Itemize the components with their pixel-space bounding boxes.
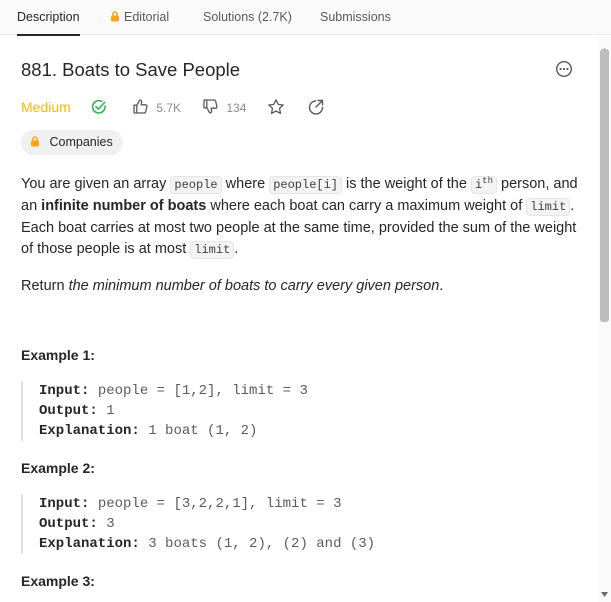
output-value: 3 — [106, 516, 115, 532]
text-span: You are given an array — [21, 176, 171, 192]
share-icon — [307, 99, 325, 120]
output-label: Output: — [39, 403, 98, 419]
example-explanation-line: Explanation: 3 boats (1, 2), (2) and (3) — [39, 534, 581, 554]
inline-code: people — [170, 176, 222, 194]
inline-code: limit — [190, 241, 235, 259]
statement-paragraph: Return the minimum number of boats to ca… — [21, 276, 581, 297]
example-output-line: Output: 1 — [39, 401, 581, 421]
tab-solutions-label: Solutions (2.7K) — [203, 10, 292, 24]
text-span: where — [221, 176, 270, 192]
tab-editorial-label: Editorial — [124, 10, 170, 24]
example-input-line: Input: people = [3,2,2,1], limit = 3 — [39, 494, 581, 514]
input-label: Input: — [39, 383, 90, 399]
explanation-label: Explanation: — [39, 536, 140, 552]
difficulty-badge: Medium — [21, 99, 71, 115]
lock-icon — [110, 1, 120, 35]
inline-code: limit — [526, 198, 571, 216]
like-button[interactable]: 5.7K — [132, 98, 181, 117]
inline-code: ith — [470, 176, 497, 194]
example-title: Example 2: — [21, 460, 95, 476]
inline-code: people[i] — [269, 176, 342, 194]
explanation-label: Explanation: — [39, 423, 140, 439]
tab-description[interactable]: Description — [17, 0, 80, 36]
example-input-line: Input: people = [1,2], limit = 3 — [39, 381, 581, 401]
code-superscript: th — [482, 176, 493, 186]
tab-solutions[interactable]: Solutions (2.7K) — [203, 0, 292, 35]
example-title: Example 3: — [21, 573, 95, 589]
star-icon — [267, 99, 285, 120]
text-span: is the weight of the — [342, 176, 471, 192]
bold-text: infinite number of boats — [41, 198, 207, 214]
dislike-button[interactable]: 134 — [202, 98, 246, 117]
favorite-button[interactable] — [267, 98, 285, 121]
more-options-button[interactable] — [555, 60, 573, 78]
explanation-value: 1 boat (1, 2) — [148, 423, 258, 439]
output-value: 1 — [106, 403, 115, 419]
example-title: Example 1: — [21, 347, 95, 363]
italic-text: the minimum number of boats to carry eve… — [68, 278, 440, 294]
text-span: where each boat can carry a maximum weig… — [206, 198, 527, 214]
problem-meta-bar: Medium 5.7K 134 — [21, 98, 581, 118]
output-label: Output: — [39, 516, 98, 532]
tab-bar: Description Editorial Solutions (2.7K) S… — [0, 0, 611, 36]
tab-submissions-label: Submissions — [320, 10, 391, 24]
problem-statement: You are given an array people where peop… — [21, 171, 581, 312]
example-explanation-line: Explanation: 1 boat (1, 2) — [39, 421, 581, 441]
tab-description-label: Description — [17, 10, 80, 24]
problem-title: 881. Boats to Save People — [21, 59, 241, 80]
tab-submissions[interactable]: Submissions — [320, 0, 391, 35]
explanation-value: 3 boats (1, 2), (2) and (3) — [148, 536, 376, 552]
example-output-line: Output: 3 — [39, 514, 581, 534]
share-button[interactable] — [307, 98, 325, 121]
scroll-down-arrow-icon[interactable] — [601, 584, 608, 602]
input-value: people = [1,2], limit = 3 — [97, 383, 308, 399]
companies-tag-button[interactable]: Companies — [21, 130, 123, 155]
example-block: Input: people = [3,2,2,1], limit = 3 Out… — [21, 494, 581, 554]
text-span: Return — [21, 278, 69, 294]
solved-check-icon — [91, 99, 107, 120]
lock-icon — [30, 135, 49, 149]
input-label: Input: — [39, 496, 90, 512]
thumbs-up-icon — [132, 99, 156, 115]
statement-paragraph: You are given an array people where peop… — [21, 171, 581, 261]
dislike-count: 134 — [226, 101, 247, 115]
input-value: people = [3,2,2,1], limit = 3 — [97, 496, 342, 512]
scrollbar-thumb[interactable] — [600, 49, 609, 322]
text-span: . — [439, 278, 444, 294]
vertical-scrollbar[interactable] — [598, 36, 611, 602]
text-span: . — [234, 241, 239, 257]
more-icon — [555, 60, 573, 82]
problem-description-panel: 881. Boats to Save People Medium 5.7K 13… — [0, 36, 598, 602]
thumbs-down-icon — [202, 99, 226, 115]
tab-editorial[interactable]: Editorial — [110, 0, 169, 35]
companies-label: Companies — [49, 135, 113, 149]
like-count: 5.7K — [156, 101, 182, 115]
example-block: Input: people = [1,2], limit = 3 Output:… — [21, 381, 581, 441]
